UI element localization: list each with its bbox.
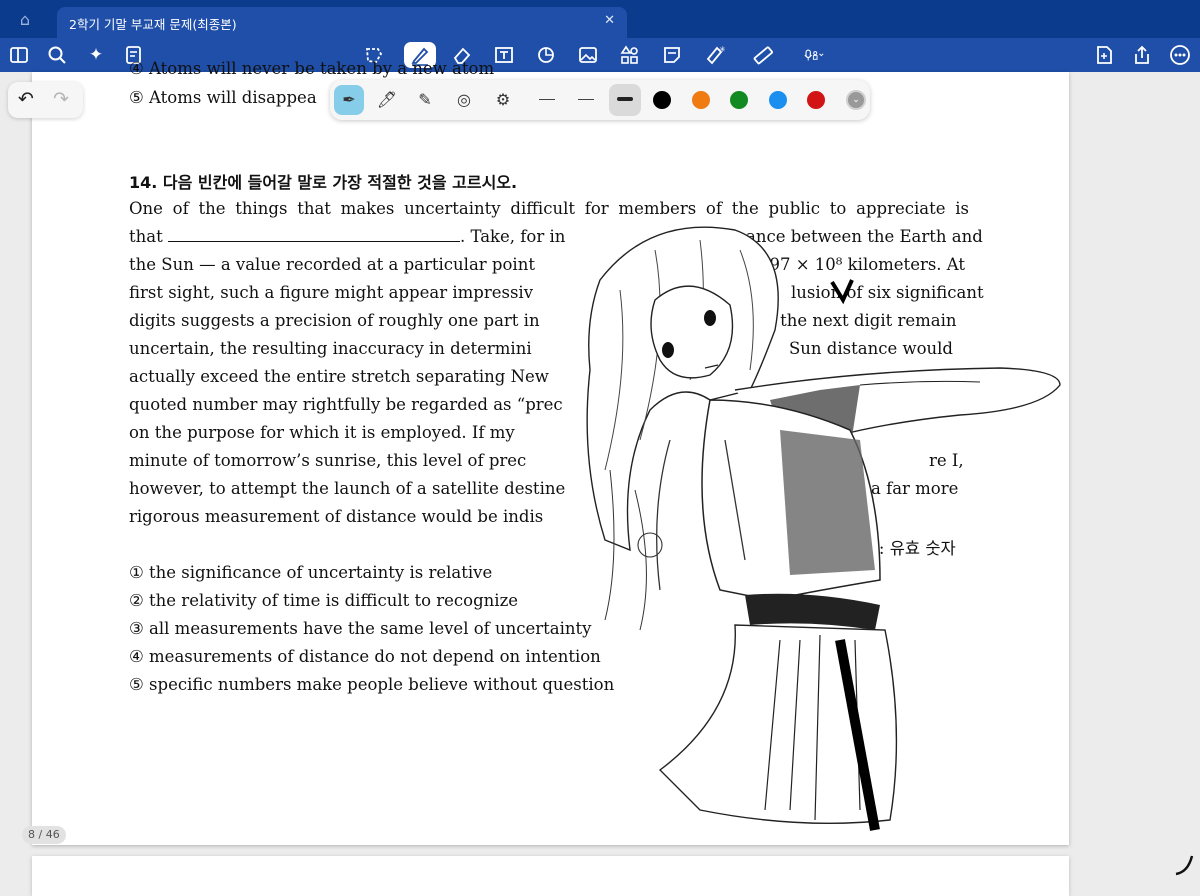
shapes-icon[interactable] <box>533 42 559 68</box>
pen-settings-icon[interactable]: ⚙ <box>488 85 518 115</box>
stroke-thick-option[interactable] <box>617 97 633 101</box>
passage-text: uncertain, the resulting inaccuracy in d… <box>129 339 532 358</box>
add-page-icon[interactable] <box>1091 42 1117 68</box>
highlighter-icon[interactable]: ✳ <box>701 42 727 68</box>
passage-text: first sight, such a figure might appear … <box>129 283 534 302</box>
document-tab[interactable]: 2학기 기말 부교재 문제(최종본) ⌄ ✕ <box>57 7 627 38</box>
elements-icon[interactable] <box>617 42 643 68</box>
passage-text: however, to attempt the launch of a sate… <box>129 479 566 498</box>
cut-off-line: ④ Atoms will never be taken by a new ato… <box>129 59 495 78</box>
ai-sparkle-icon[interactable]: ✦ <box>83 42 109 68</box>
color-green[interactable] <box>730 91 748 109</box>
passage-text: the Sun — a value recorded at a particul… <box>129 255 535 274</box>
passage-text: digits suggests a precision of roughly o… <box>129 311 540 330</box>
color-blue[interactable] <box>769 91 787 109</box>
color-black[interactable] <box>653 91 671 109</box>
passage-text: rigorous measurement of distance would b… <box>129 507 544 526</box>
undo-icon[interactable]: ↶ <box>18 88 34 110</box>
next-page[interactable] <box>32 856 1069 896</box>
microphone-icon[interactable] <box>794 42 834 68</box>
image-icon[interactable] <box>575 42 601 68</box>
option-4: ④ measurements of distance do not depend… <box>129 647 601 666</box>
tab-bar: ⌂ 2학기 기말 부교재 문제(최종본) ⌄ ✕ <box>0 0 1200 38</box>
passage-text: 597 × 10⁸ kilometers. At <box>759 255 966 274</box>
passage-text: ance between the Earth and <box>746 227 983 246</box>
document-tab-title: 2학기 기말 부교재 문제(최종본) <box>69 17 237 32</box>
pen-options-panel: ✒ 🖊 ✎ ◎ ⚙ ⌄ <box>330 80 870 120</box>
passage-text: Sun distance would <box>789 339 953 358</box>
passage-text: that <box>129 227 168 246</box>
sticky-note-icon[interactable] <box>659 42 685 68</box>
passage-text: actually exceed the entire stretch separ… <box>129 367 549 386</box>
search-icon[interactable] <box>44 42 70 68</box>
share-icon[interactable] <box>1129 42 1155 68</box>
option-1: ① the significance of uncertainty is rel… <box>129 563 493 582</box>
color-orange[interactable] <box>692 91 710 109</box>
option-3: ③ all measurements have the same level o… <box>129 619 592 638</box>
question-title: 14. 다음 빈칸에 들어갈 말로 가장 적절한 것을 고르시오. <box>129 173 518 192</box>
option-2: ② the relativity of time is difficult to… <box>129 591 519 610</box>
footnote: it: 유효 숫자 <box>867 539 956 558</box>
passage-line-2: that . Take, for in <box>129 227 565 246</box>
ballpoint-pen-icon[interactable]: 🖊 <box>372 85 402 115</box>
passage-text: ld the next digit remain <box>759 311 957 330</box>
sidebar-icon[interactable] <box>6 42 32 68</box>
brush-pen-icon[interactable]: ✎ <box>410 85 440 115</box>
page-indicator: 8 / 46 <box>22 826 66 844</box>
stroke-thin-option[interactable] <box>539 99 555 100</box>
passage-text: a far more <box>871 479 959 498</box>
passage-text: lusion of six significant <box>791 283 984 302</box>
passage-line-1: One of the things that makes uncertainty… <box>129 199 969 218</box>
stray-ink-stroke <box>1175 855 1194 876</box>
answer-blank <box>167 229 460 242</box>
passage-text: on the purpose for which it is employed.… <box>129 423 515 442</box>
close-tab-icon[interactable]: ✕ <box>604 13 615 28</box>
redo-icon[interactable]: ↷ <box>53 88 69 110</box>
chevron-down-icon[interactable]: ⌄ <box>223 14 231 25</box>
passage-text: minute of tomorrow’s sunrise, this level… <box>129 451 527 470</box>
svg-text:✳: ✳ <box>719 45 725 54</box>
passage-text: . Take, for in <box>459 227 566 246</box>
color-red[interactable] <box>807 91 825 109</box>
undo-redo-panel: ↶ ↷ <box>8 82 83 118</box>
passage-text: re I, <box>929 451 964 470</box>
ruler-icon[interactable] <box>750 42 776 68</box>
option-5: ⑤ specific numbers make people believe w… <box>129 675 615 694</box>
more-icon[interactable] <box>1167 42 1193 68</box>
document-page[interactable]: ④ Atoms will never be taken by a new ato… <box>32 59 1069 845</box>
textbox-icon[interactable] <box>491 42 517 68</box>
previous-option-5: ⑤ Atoms will disappea <box>129 88 317 107</box>
fountain-pen-icon[interactable]: ✒ <box>334 85 364 115</box>
home-icon[interactable]: ⌂ <box>14 9 36 31</box>
passage-text: quoted number may rightfully be regarded… <box>129 395 563 414</box>
more-colors-button[interactable]: ⌄ <box>846 90 866 110</box>
shape-recognition-icon[interactable]: ◎ <box>449 85 479 115</box>
stroke-medium-option[interactable] <box>578 99 594 100</box>
